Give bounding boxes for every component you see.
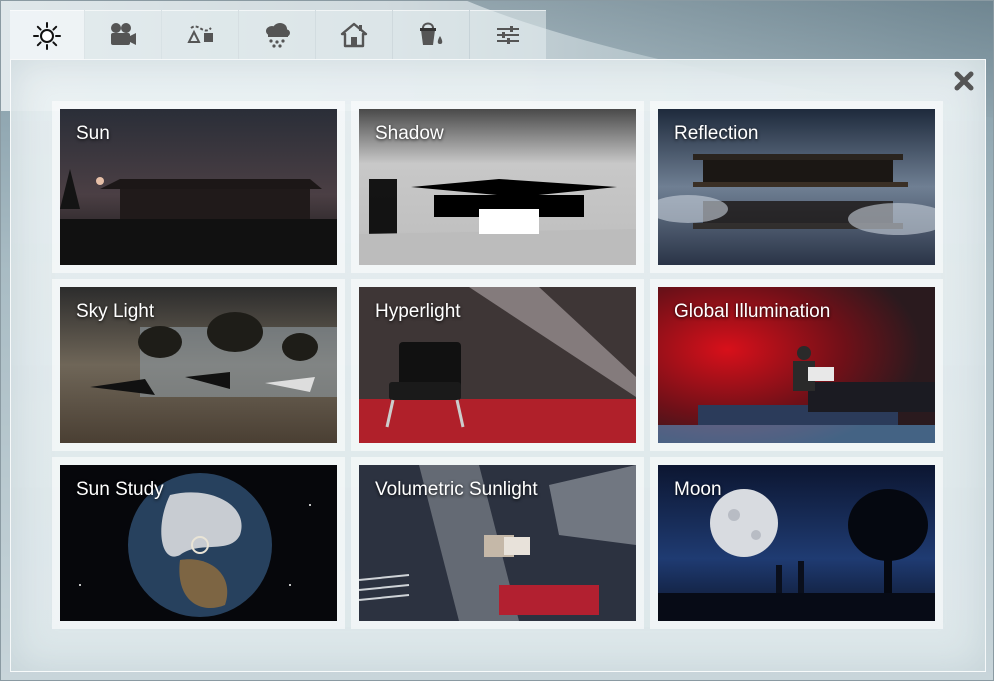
tab-settings[interactable] — [470, 10, 546, 59]
effect-card-volumetric-sunlight[interactable]: Volumetric Sunlight — [351, 457, 644, 629]
tab-house[interactable] — [316, 10, 392, 59]
effect-thumbnail: Moon — [658, 465, 935, 621]
close-button[interactable] — [950, 67, 978, 95]
effect-label: Sun Study — [76, 479, 164, 500]
effect-card-moon[interactable]: Moon — [650, 457, 943, 629]
sliders-icon — [497, 26, 519, 44]
effect-thumbnail: Global Illumination — [658, 287, 935, 443]
effect-label: Moon — [674, 479, 722, 500]
effect-card-sun-study[interactable]: Sun Study — [52, 457, 345, 629]
tab-sun[interactable] — [10, 10, 84, 60]
effect-label: Reflection — [674, 123, 759, 144]
effect-thumbnail: Sky Light — [60, 287, 337, 443]
effects-toolbar — [10, 10, 547, 60]
effect-label: Sky Light — [76, 301, 155, 322]
tab-weather[interactable] — [239, 10, 315, 59]
paint-bucket-icon — [420, 22, 443, 45]
effect-card-sky-light[interactable]: Sky Light — [52, 279, 345, 451]
sun-icon — [33, 21, 61, 50]
effect-thumbnail: Reflection — [658, 109, 935, 265]
effect-thumbnail: Shadow — [359, 109, 636, 265]
tab-path[interactable] — [162, 10, 238, 59]
cloud-snow-icon — [266, 23, 290, 48]
tab-camera[interactable] — [85, 10, 161, 59]
path-shapes-icon — [187, 25, 213, 43]
tab-paint[interactable] — [393, 10, 469, 59]
effect-label: Global Illumination — [674, 301, 831, 322]
effect-label: Volumetric Sunlight — [375, 479, 538, 500]
effect-label: Shadow — [375, 123, 444, 144]
house-icon — [340, 22, 368, 48]
effect-card-global-illumination[interactable]: Global Illumination — [650, 279, 943, 451]
effect-card-hyperlight[interactable]: Hyperlight — [351, 279, 644, 451]
effect-card-shadow[interactable]: Shadow — [351, 101, 644, 273]
effect-thumbnail: Sun Study — [60, 465, 337, 621]
effect-card-reflection[interactable]: Reflection — [650, 101, 943, 273]
video-camera-icon — [111, 23, 136, 45]
app-window: Sun Shadow Reflection Sky Light Hyperlig… — [0, 0, 994, 681]
effect-thumbnail: Sun — [60, 109, 337, 265]
effect-label: Sun — [76, 123, 110, 144]
effect-card-sun[interactable]: Sun — [52, 101, 345, 273]
effect-thumbnail: Volumetric Sunlight — [359, 465, 636, 621]
effect-thumbnail: Hyperlight — [359, 287, 636, 443]
close-icon — [954, 71, 974, 91]
effect-label: Hyperlight — [375, 301, 461, 322]
